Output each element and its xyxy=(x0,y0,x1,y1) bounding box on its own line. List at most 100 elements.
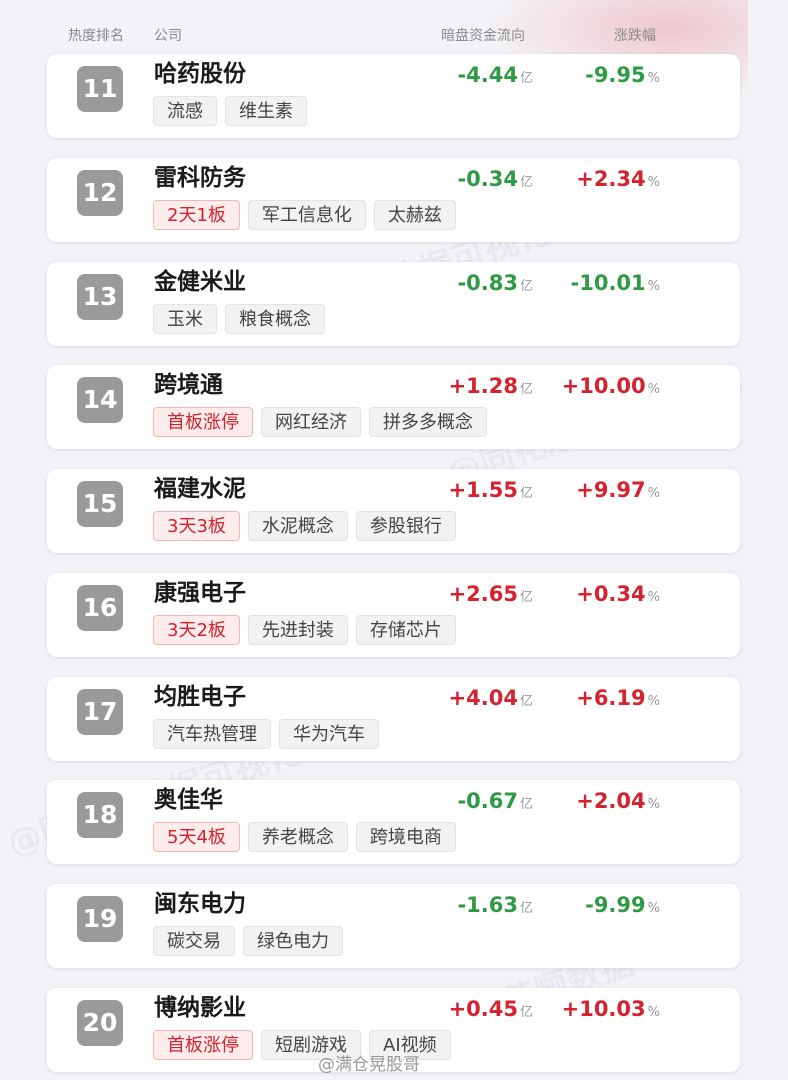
fund-flow-unit: 亿 xyxy=(519,486,533,501)
limit-up-tag[interactable]: 2天1板 xyxy=(153,200,240,230)
rank-badge: 17 xyxy=(77,689,123,735)
change-unit: % xyxy=(647,175,660,190)
concept-tag[interactable]: 汽车热管理 xyxy=(153,719,271,749)
change-number: +9.97 xyxy=(576,478,646,502)
rank-badge: 11 xyxy=(77,66,123,112)
fund-flow-number: +1.55 xyxy=(448,478,518,502)
stock-row[interactable]: 16 康强电子 +2.65 亿 +0.34% 3天2板 先进封装 存储芯片 xyxy=(47,573,740,657)
concept-tag[interactable]: 参股银行 xyxy=(355,511,456,541)
fund-flow-unit: 亿 xyxy=(519,1005,533,1020)
fund-flow-number: +4.04 xyxy=(448,686,518,710)
change-number: +10.03 xyxy=(561,997,646,1021)
change-value: -9.95% xyxy=(585,60,660,94)
stock-row[interactable]: 19 闽东电力 -1.63 亿 -9.99% 碳交易 绿色电力 xyxy=(47,884,740,968)
tag-list: 首板涨停 网红经济 拼多多概念 xyxy=(153,407,495,437)
stock-name[interactable]: 福建水泥 xyxy=(154,473,246,505)
tag-list: 汽车热管理 华为汽车 xyxy=(153,719,387,749)
fund-flow-number: -1.63 xyxy=(457,893,518,917)
change-value: +0.34% xyxy=(576,579,660,613)
fund-flow-unit: 亿 xyxy=(519,279,533,294)
change-value: +6.19% xyxy=(576,683,660,717)
fund-flow-value: +2.65 亿 xyxy=(449,579,533,613)
stock-name[interactable]: 哈药股份 xyxy=(154,58,246,90)
rank-badge: 13 xyxy=(77,274,123,320)
concept-tag[interactable]: 军工信息化 xyxy=(247,200,366,230)
stock-row[interactable]: 18 奥佳华 -0.67 亿 +2.04% 5天4板 养老概念 跨境电商 xyxy=(47,780,740,864)
concept-tag[interactable]: 养老概念 xyxy=(247,822,348,852)
change-number: +10.00 xyxy=(561,374,646,398)
fund-flow-number: +0.45 xyxy=(448,997,518,1021)
fund-flow-value: +1.28 亿 xyxy=(449,371,533,405)
concept-tag[interactable]: 存储芯片 xyxy=(355,615,456,645)
stock-row[interactable]: 15 福建水泥 +1.55 亿 +9.97% 3天3板 水泥概念 参股银行 xyxy=(47,469,740,553)
concept-tag[interactable]: 网红经济 xyxy=(261,407,361,437)
concept-tag[interactable]: 华为汽车 xyxy=(279,719,379,749)
stock-name[interactable]: 雷科防务 xyxy=(154,162,246,194)
tag-list: 2天1板 军工信息化 太赫兹 xyxy=(153,200,464,230)
fund-flow-value: -0.67 亿 xyxy=(457,786,533,820)
fund-flow-unit: 亿 xyxy=(519,382,533,397)
change-number: +2.34 xyxy=(576,167,646,191)
fund-flow-unit: 亿 xyxy=(519,71,533,86)
stock-row[interactable]: 12 雷科防务 -0.34 亿 +2.34% 2天1板 军工信息化 太赫兹 xyxy=(47,158,740,242)
fund-flow-value: -1.63 亿 xyxy=(457,890,533,924)
change-value: -10.01% xyxy=(571,268,661,302)
fund-flow-unit: 亿 xyxy=(519,175,533,190)
change-unit: % xyxy=(647,1005,660,1020)
change-value: +2.34% xyxy=(576,164,660,198)
stock-name[interactable]: 均胜电子 xyxy=(154,681,246,713)
concept-tag[interactable]: 粮食概念 xyxy=(225,304,325,334)
limit-up-tag[interactable]: 3天2板 xyxy=(153,615,240,645)
change-unit: % xyxy=(647,486,660,501)
concept-tag[interactable]: 流感 xyxy=(153,96,217,126)
change-unit: % xyxy=(647,71,660,86)
rank-badge: 19 xyxy=(77,896,123,942)
change-unit: % xyxy=(647,279,660,294)
rank-badge: 20 xyxy=(77,1000,123,1046)
rank-badge: 12 xyxy=(77,170,123,216)
stock-list: 11 哈药股份 -4.44 亿 -9.95% 流感 维生素 12 雷科防务 -0.34 亿 +2.34… xyxy=(0,0,788,1080)
fund-flow-unit: 亿 xyxy=(519,590,533,605)
limit-up-tag[interactable]: 5天4板 xyxy=(153,822,240,852)
stock-row[interactable]: 11 哈药股份 -4.44 亿 -9.95% 流感 维生素 xyxy=(47,54,740,138)
stock-name[interactable]: 奥佳华 xyxy=(154,784,223,816)
concept-tag[interactable]: 拼多多概念 xyxy=(369,407,487,437)
stock-row[interactable]: 13 金健米业 -0.83 亿 -10.01% 玉米 粮食概念 xyxy=(47,262,740,346)
fund-flow-value: +4.04 亿 xyxy=(449,683,533,717)
fund-flow-number: +1.28 xyxy=(448,374,518,398)
change-unit: % xyxy=(647,590,660,605)
concept-tag[interactable]: 水泥概念 xyxy=(247,511,348,541)
concept-tag[interactable]: 跨境电商 xyxy=(355,822,456,852)
fund-flow-number: -4.44 xyxy=(457,63,518,87)
stock-name[interactable]: 金健米业 xyxy=(154,266,246,298)
limit-up-tag[interactable]: 首板涨停 xyxy=(153,407,253,437)
stock-name[interactable]: 闽东电力 xyxy=(154,888,246,920)
change-value: +10.03% xyxy=(562,994,660,1028)
fund-flow-value: -4.44 亿 xyxy=(457,60,533,94)
stock-row[interactable]: 17 均胜电子 +4.04 亿 +6.19% 汽车热管理 华为汽车 xyxy=(47,677,740,761)
tag-list: 5天4板 养老概念 跨境电商 xyxy=(153,822,464,852)
change-value: +2.04% xyxy=(576,786,660,820)
concept-tag[interactable]: 太赫兹 xyxy=(373,200,456,230)
change-value: +10.00% xyxy=(562,371,660,405)
fund-flow-value: +1.55 亿 xyxy=(449,475,533,509)
fund-flow-unit: 亿 xyxy=(519,694,533,709)
fund-flow-value: -0.34 亿 xyxy=(457,164,533,198)
stock-name[interactable]: 康强电子 xyxy=(154,577,246,609)
rank-badge: 15 xyxy=(77,481,123,527)
rank-badge: 18 xyxy=(77,792,123,838)
stock-name[interactable]: 跨境通 xyxy=(154,369,223,401)
concept-tag[interactable]: 碳交易 xyxy=(153,926,235,956)
concept-tag[interactable]: 维生素 xyxy=(225,96,307,126)
concept-tag[interactable]: 绿色电力 xyxy=(243,926,343,956)
limit-up-tag[interactable]: 3天3板 xyxy=(153,511,240,541)
stock-name[interactable]: 博纳影业 xyxy=(154,992,246,1024)
tag-list: 3天2板 先进封装 存储芯片 xyxy=(153,615,464,645)
fund-flow-value: +0.45 亿 xyxy=(449,994,533,1028)
change-number: -10.01 xyxy=(570,271,646,295)
limit-up-tag[interactable]: 首板涨停 xyxy=(153,1030,253,1060)
concept-tag[interactable]: 先进封装 xyxy=(247,615,348,645)
stock-row[interactable]: 14 跨境通 +1.28 亿 +10.00% 首板涨停 网红经济 拼多多概念 xyxy=(47,365,740,449)
concept-tag[interactable]: 玉米 xyxy=(153,304,217,334)
change-number: +0.34 xyxy=(576,582,646,606)
